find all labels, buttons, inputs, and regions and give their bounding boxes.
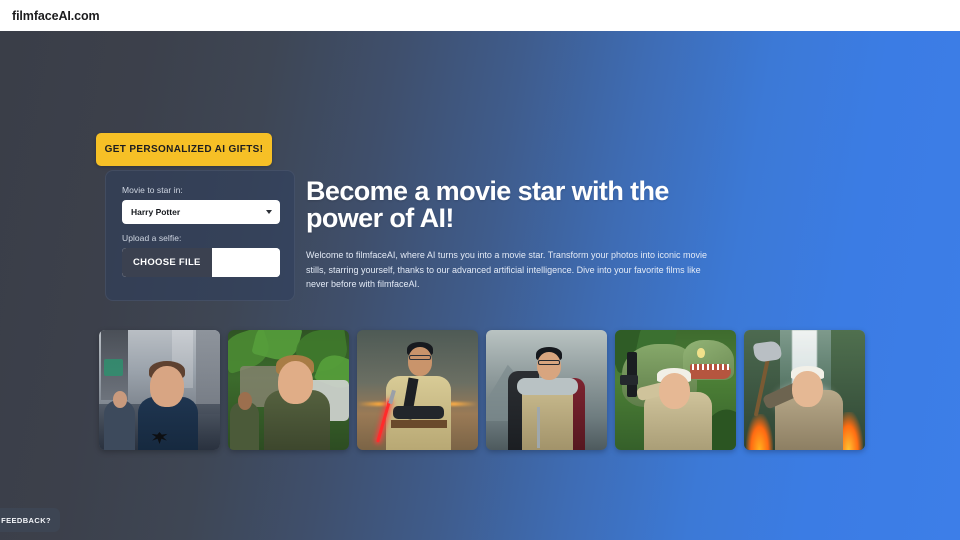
gallery-item-jedi[interactable] <box>357 330 478 450</box>
feedback-button[interactable]: FEEDBACK? <box>0 508 60 532</box>
selfie-file-input[interactable]: CHOOSE FILE <box>122 248 280 277</box>
movie-select-label: Movie to star in: <box>122 185 183 195</box>
movie-select-wrapper[interactable]: Harry Potter <box>122 200 280 224</box>
gallery-item-dinosaur[interactable] <box>615 330 736 450</box>
gallery-image-jedi <box>357 330 478 450</box>
hero-copy-block: Become a movie star with the power of AI… <box>306 178 718 292</box>
example-gallery <box>99 330 865 450</box>
get-personalized-ai-gifts-button[interactable]: GET PERSONALIZED AI GIFTS! <box>96 133 272 166</box>
choose-file-button[interactable]: CHOOSE FILE <box>122 248 212 277</box>
site-header: filmfaceAI.com <box>0 0 960 31</box>
gallery-image-jungle <box>228 330 349 450</box>
hero-section: GET PERSONALIZED AI GIFTS! Movie to star… <box>0 31 960 540</box>
site-logo[interactable]: filmfaceAI.com <box>12 9 100 23</box>
movie-select[interactable]: Harry Potter <box>122 200 280 224</box>
generator-form-card: Movie to star in: Harry Potter Upload a … <box>105 170 295 301</box>
gallery-image-dinosaur <box>615 330 736 450</box>
gallery-item-knight[interactable] <box>486 330 607 450</box>
gallery-image-spiderman <box>99 330 220 450</box>
upload-selfie-label: Upload a selfie: <box>122 233 182 243</box>
gallery-item-spiderman[interactable] <box>99 330 220 450</box>
hero-description: Welcome to filmfaceAI, where AI turns yo… <box>306 250 708 290</box>
gallery-image-waterfall <box>744 330 865 450</box>
gallery-item-jungle[interactable] <box>228 330 349 450</box>
page-title: Become a movie star with the power of AI… <box>306 176 669 233</box>
selected-file-name <box>211 248 280 277</box>
gallery-image-knight <box>486 330 607 450</box>
gallery-item-waterfall[interactable] <box>744 330 865 450</box>
